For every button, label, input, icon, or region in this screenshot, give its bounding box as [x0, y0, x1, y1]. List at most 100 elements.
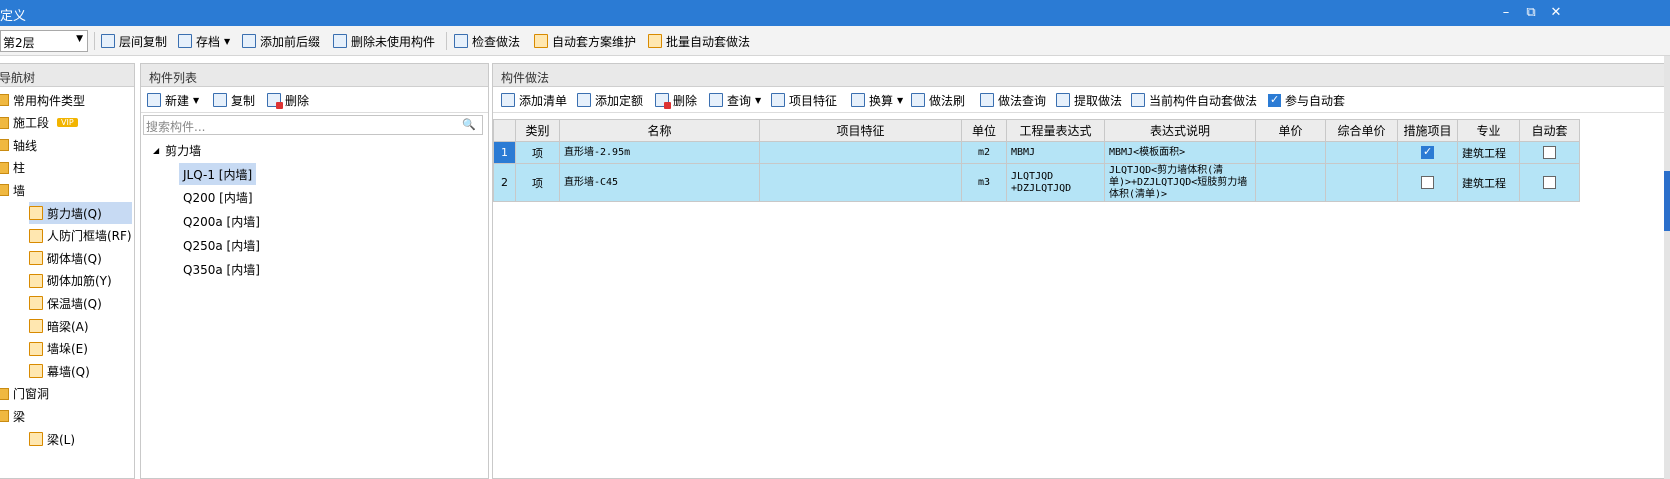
table-row[interactable]: 2 项直形墙-C45 m3 JLQTJQD +DZJLQTJQD JLQTJQD<剪力墙…: [493, 163, 1580, 202]
column-header[interactable]: 措施项目: [1397, 119, 1458, 142]
cell-feature[interactable]: [759, 163, 962, 202]
method-action-0[interactable]: 添加清单: [501, 91, 567, 109]
folder-icon: [0, 116, 9, 129]
nav-item[interactable]: 砌体加筋(Y): [29, 270, 112, 292]
nav-item-label: 门窗洞: [13, 387, 50, 402]
nav-item[interactable]: 梁(L): [29, 428, 75, 450]
cell-type[interactable]: 项: [515, 141, 560, 164]
restore-button[interactable]: ⧉: [1521, 3, 1541, 23]
nav-item[interactable]: 梁: [0, 405, 25, 427]
row-number[interactable]: 1: [493, 141, 516, 164]
method-action-1[interactable]: 添加定额: [577, 91, 643, 109]
component-item[interactable]: Q200 [内墙]: [179, 187, 257, 209]
component-item[interactable]: Q350a [内墙]: [179, 258, 264, 280]
table-row[interactable]: 1项直形墙-2.95m m2MBMJMBMJ<模板面积> 建筑工程: [493, 141, 1580, 164]
search-icon[interactable]: 🔍: [462, 118, 476, 131]
column-header[interactable]: 综合单价: [1325, 119, 1398, 142]
nav-item[interactable]: 常用构件类型: [0, 89, 85, 111]
cell-feature[interactable]: [759, 141, 962, 164]
cell-total[interactable]: [1325, 141, 1398, 164]
tree-root[interactable]: ◢ 剪力墙: [149, 139, 205, 161]
method-action-3[interactable]: 查询 ▼: [709, 91, 761, 109]
copy-button[interactable]: 复制: [213, 91, 255, 109]
cell-auto[interactable]: [1519, 163, 1580, 202]
cell-name[interactable]: 直形墙-2.95m: [559, 141, 760, 164]
delete-unused-button[interactable]: 删除未使用构件: [333, 32, 435, 50]
cell-measure[interactable]: [1397, 141, 1458, 164]
add-prefix-suffix-button[interactable]: 添加前后缀: [242, 32, 320, 50]
cell-name[interactable]: 直形墙-C45: [559, 163, 760, 202]
scrollbar-thumb[interactable]: [1664, 171, 1670, 231]
delete-icon: [267, 93, 283, 109]
method-action-5[interactable]: 换算 ▼: [851, 91, 903, 109]
method-action-10[interactable]: 参与自动套: [1268, 91, 1345, 109]
cell-price[interactable]: [1255, 141, 1326, 164]
floor-select[interactable]: 第2层 ▼: [0, 30, 88, 52]
check-method-button[interactable]: 检查做法: [454, 32, 520, 50]
close-button[interactable]: ✕: [1546, 3, 1566, 23]
nav-item[interactable]: 柱: [0, 157, 25, 179]
column-header[interactable]: 类别: [515, 119, 560, 142]
method-action-8[interactable]: 提取做法: [1056, 91, 1122, 109]
batch-auto-button[interactable]: 批量自动套做法: [648, 32, 750, 50]
nav-item-label: 梁: [13, 409, 26, 424]
auto-scheme-button[interactable]: 自动套方案维护: [534, 32, 636, 50]
method-action-6[interactable]: 做法刷: [911, 91, 965, 109]
column-header[interactable]: 名称: [559, 119, 760, 142]
component-search-input[interactable]: 搜索构件... 🔍: [143, 115, 483, 135]
method-action-7[interactable]: 做法查询: [980, 91, 1046, 109]
method-action-9[interactable]: 当前构件自动套做法: [1131, 91, 1257, 109]
cell-price[interactable]: [1255, 163, 1326, 202]
nav-item[interactable]: 施工段 VIP: [0, 112, 78, 134]
button-label: 做法查询: [998, 93, 1047, 108]
vertical-scrollbar[interactable]: [1664, 56, 1670, 479]
cell-auto[interactable]: [1519, 141, 1580, 164]
column-header[interactable]: 自动套: [1519, 119, 1580, 142]
column-header[interactable]: 工程量表达式: [1006, 119, 1105, 142]
row-number[interactable]: 2: [493, 163, 516, 202]
minimize-button[interactable]: –: [1496, 3, 1516, 23]
nav-item[interactable]: 门窗洞: [0, 383, 49, 405]
cell-expr[interactable]: JLQTJQD +DZJLQTJQD: [1006, 163, 1105, 202]
vip-badge: VIP: [57, 118, 78, 128]
column-header[interactable]: 单价: [1255, 119, 1326, 142]
nav-item[interactable]: 人防门框墙(RF): [29, 225, 132, 247]
cell-expr[interactable]: MBMJ: [1006, 141, 1105, 164]
checkbox[interactable]: [1543, 176, 1556, 190]
column-header[interactable]: 项目特征: [759, 119, 962, 142]
checkbox[interactable]: [1421, 176, 1434, 190]
cell-type[interactable]: 项: [515, 163, 560, 202]
nav-item[interactable]: 剪力墙(Q): [29, 202, 132, 224]
component-item[interactable]: Q200a [内墙]: [179, 211, 264, 233]
nav-item[interactable]: 墙: [0, 179, 25, 201]
nav-item[interactable]: 砌体墙(Q): [29, 247, 102, 269]
nav-item[interactable]: 暗梁(A): [29, 315, 89, 337]
cell-unit[interactable]: m2: [961, 141, 1007, 164]
nav-item[interactable]: 幕墙(Q): [29, 360, 90, 382]
cell-unit[interactable]: m3: [961, 163, 1007, 202]
column-header[interactable]: 表达式说明: [1104, 119, 1256, 142]
button-label: 当前构件自动套做法: [1149, 93, 1258, 108]
nav-item[interactable]: 墙垛(E): [29, 338, 88, 360]
checkbox[interactable]: [1421, 145, 1434, 160]
cell-total[interactable]: [1325, 163, 1398, 202]
nav-item[interactable]: 轴线: [0, 134, 37, 156]
button-label: 删除: [673, 93, 698, 108]
archive-button[interactable]: 存档 ▼: [178, 32, 230, 50]
checkbox[interactable]: [1543, 146, 1556, 160]
column-header[interactable]: 单位: [961, 119, 1007, 142]
cell-major[interactable]: 建筑工程: [1457, 141, 1520, 164]
component-item[interactable]: Q250a [内墙]: [179, 234, 264, 256]
delete-button[interactable]: 删除: [267, 91, 309, 109]
cell-desc[interactable]: MBMJ<模板面积>: [1104, 141, 1256, 164]
column-header[interactable]: 专业: [1457, 119, 1520, 142]
cell-measure[interactable]: [1397, 163, 1458, 202]
method-action-2[interactable]: 删除: [655, 91, 697, 109]
nav-item[interactable]: 保温墙(Q): [29, 292, 102, 314]
cell-major[interactable]: 建筑工程: [1457, 163, 1520, 202]
copy-between-floors-button[interactable]: 层间复制: [101, 32, 167, 50]
cell-desc[interactable]: JLQTJQD<剪力墙体积(清单)>+DZJLQTJQD<短肢剪力墙体积(清单)…: [1104, 163, 1256, 202]
method-action-4[interactable]: 项目特征: [771, 91, 837, 109]
new-button[interactable]: 新建 ▼: [147, 91, 199, 109]
component-item[interactable]: JLQ-1 [内墙]: [179, 163, 257, 185]
